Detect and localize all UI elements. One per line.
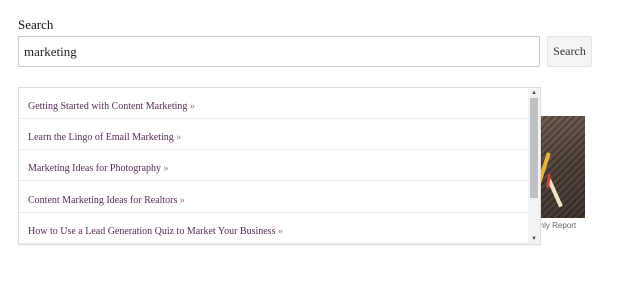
suggestion-title: Marketing Ideas for Photography xyxy=(28,163,162,174)
suggestion-title: Content Marketing Ideas for Realtors xyxy=(28,195,178,206)
suggestion-item[interactable]: Content Marketing Ideas for Realtors » xyxy=(19,182,528,213)
suggestion-title: Getting Started with Content Marketing xyxy=(28,101,188,112)
chevron-right-icon: » xyxy=(277,226,283,237)
background-card-caption[interactable]: nthly Report xyxy=(533,221,593,230)
suggestion-title: Learn the Lingo of Email Marketing xyxy=(28,132,174,143)
suggestion-title: How to Use a Lead Generation Quiz to Mar… xyxy=(28,226,276,237)
suggestion-item[interactable]: Marketing Ideas for Photography » xyxy=(19,150,528,181)
search-button[interactable]: Search xyxy=(547,36,592,67)
scrollbar-thumb[interactable] xyxy=(530,98,538,198)
search-label: Search xyxy=(18,17,54,32)
chevron-right-icon: » xyxy=(176,132,182,143)
search-suggestions-dropdown: Getting Started with Content Marketing »… xyxy=(18,87,541,245)
suggestion-item[interactable]: Learn the Lingo of Email Marketing » xyxy=(19,119,528,150)
dropdown-scrollbar[interactable]: ▲ ▼ xyxy=(528,88,540,244)
chevron-right-icon: » xyxy=(189,101,195,112)
suggestion-item[interactable]: How to Use a Lead Generation Quiz to Mar… xyxy=(19,213,528,244)
scroll-down-arrow-icon[interactable]: ▼ xyxy=(528,234,540,244)
suggestion-item[interactable]: Getting Started with Content Marketing » xyxy=(19,88,528,119)
scroll-up-arrow-icon[interactable]: ▲ xyxy=(528,88,540,98)
chevron-right-icon: » xyxy=(179,195,185,206)
chevron-right-icon: » xyxy=(163,163,169,174)
search-input[interactable] xyxy=(18,36,540,67)
